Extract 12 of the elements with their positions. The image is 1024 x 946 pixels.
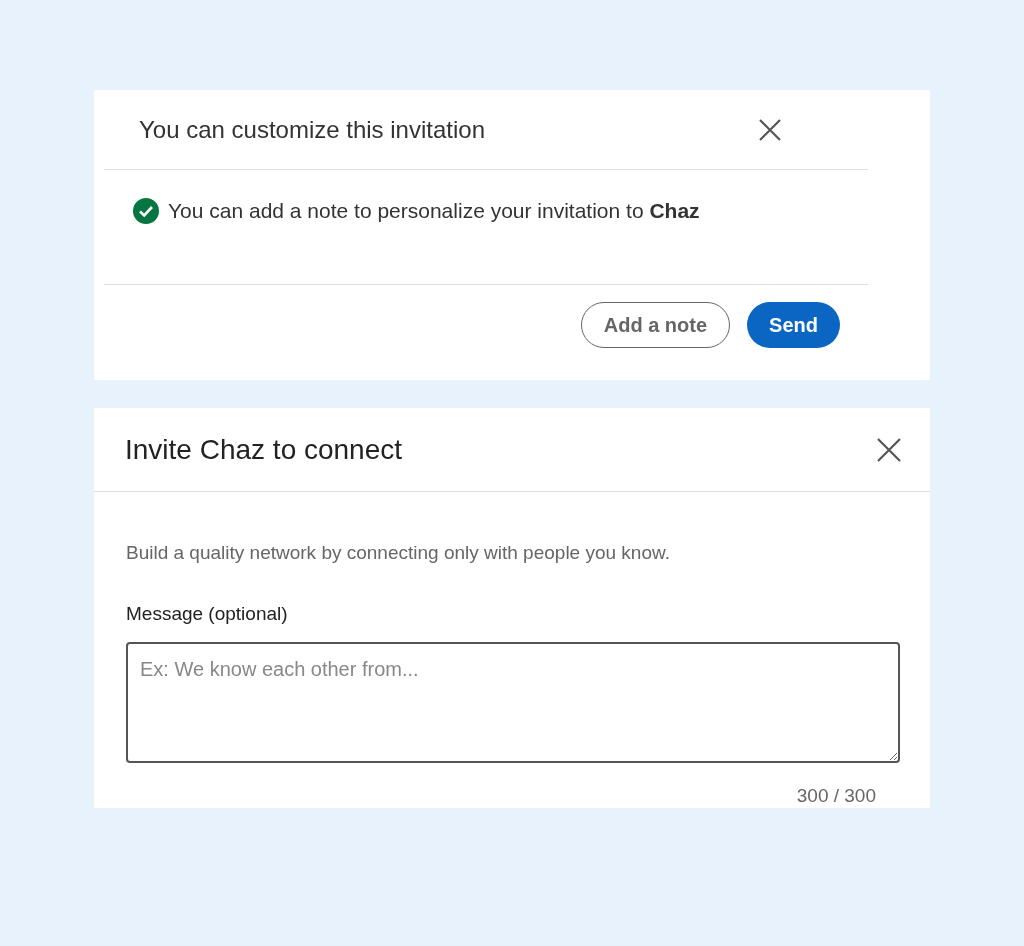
check-circle-icon: [132, 197, 160, 225]
dialog-title: Invite Chaz to connect: [125, 432, 403, 467]
note-message: You can add a note to personalize your invitation to Chaz: [168, 198, 700, 224]
message-field[interactable]: Ex: We know each other from...: [126, 642, 900, 763]
add-note-button[interactable]: Add a note: [580, 302, 731, 348]
character-counter: 300 / 300: [796, 784, 876, 808]
dialog-title: You can customize this invitation: [139, 114, 485, 145]
close-icon[interactable]: [758, 117, 782, 142]
close-icon[interactable]: [876, 436, 902, 463]
description-text: Build a quality network by connecting only with people you know.: [126, 541, 671, 565]
send-button[interactable]: Send: [747, 302, 840, 348]
field-label: Message (optional): [126, 601, 289, 626]
